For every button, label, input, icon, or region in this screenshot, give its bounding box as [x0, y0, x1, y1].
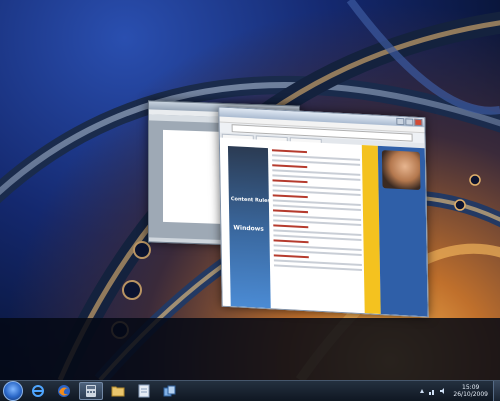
volume-icon[interactable] — [439, 387, 447, 395]
web-page: Content Rules Windows — [219, 137, 428, 317]
close-button[interactable] — [414, 118, 423, 127]
calculator-icon[interactable] — [79, 382, 103, 400]
clock-time: 15:09 — [462, 384, 480, 391]
tray-arrow-icon[interactable] — [419, 387, 425, 395]
feed-list — [271, 146, 362, 274]
clock-date: 26/10/2009 — [453, 391, 488, 398]
maximize-button[interactable] — [405, 118, 414, 126]
internet-explorer-icon[interactable] — [27, 383, 49, 399]
feed-link[interactable] — [272, 179, 308, 184]
feed-link[interactable] — [271, 149, 308, 154]
profile-photo — [381, 150, 421, 191]
feed-link[interactable] — [273, 209, 309, 214]
notepad-icon[interactable] — [133, 383, 155, 399]
flip3d-icon[interactable] — [159, 383, 181, 399]
start-button[interactable] — [3, 381, 23, 401]
taskbar: 15:09 26/10/2009 — [0, 380, 500, 401]
network-icon[interactable] — [428, 387, 436, 395]
clock[interactable]: 15:09 26/10/2009 — [453, 384, 488, 398]
show-desktop-button[interactable] — [493, 381, 500, 401]
minimize-button[interactable] — [396, 117, 405, 126]
feed-link[interactable] — [273, 254, 310, 259]
firefox-icon[interactable] — [53, 383, 75, 399]
folder-icon[interactable] — [107, 383, 129, 399]
window-browser[interactable]: Content Rules Windows — [218, 106, 429, 318]
window-controls — [396, 117, 423, 127]
system-tray: 15:09 26/10/2009 — [419, 381, 500, 401]
feed-link[interactable] — [272, 194, 308, 199]
feed-link[interactable] — [272, 164, 308, 169]
feed-link[interactable] — [273, 224, 309, 229]
feed-link[interactable] — [273, 239, 309, 244]
document-page — [163, 129, 221, 224]
feed-line — [273, 264, 362, 272]
